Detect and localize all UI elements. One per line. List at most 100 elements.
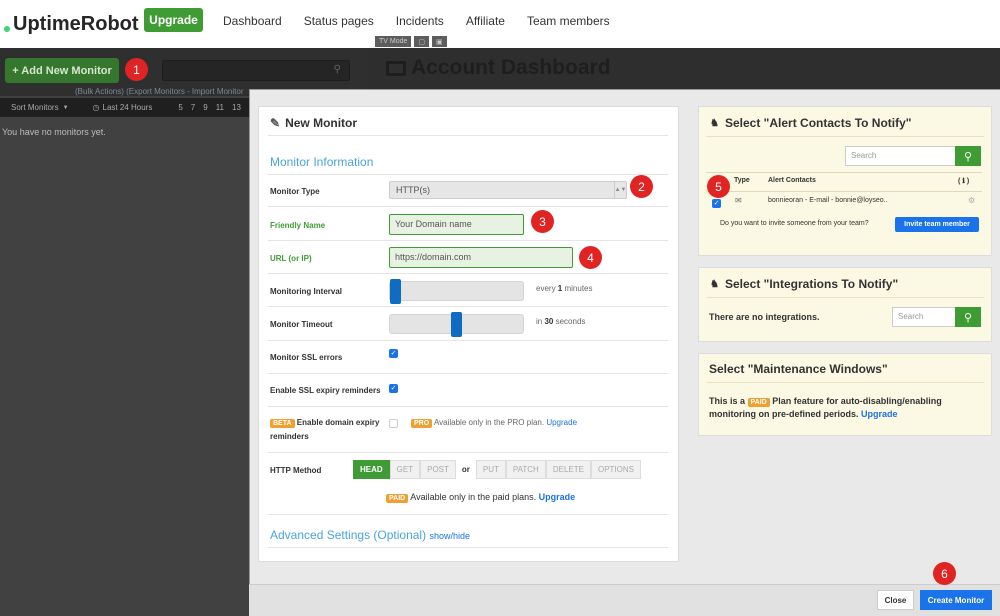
annotation-marker: 4: [579, 246, 602, 269]
integrations-title: ♞ Select "Integrations To Notify": [710, 277, 898, 291]
pro-upgrade-link[interactable]: Upgrade: [546, 418, 577, 427]
divider: [268, 514, 668, 515]
divider: [706, 172, 982, 173]
gear-icon[interactable]: ⚙: [968, 196, 975, 205]
beta-badge: BETA: [270, 419, 295, 428]
hour-tick: 11: [215, 103, 224, 112]
email-icon: ✉: [735, 196, 742, 205]
divider: [268, 174, 668, 175]
ssl-expiry-label: Enable SSL expiry reminders: [270, 386, 381, 395]
top-bar: UptimeRobot Upgrade Dashboard Status pag…: [0, 0, 1000, 48]
method-patch-button: PATCH: [505, 460, 546, 479]
paid-badge: PAID: [386, 494, 409, 503]
nav-team-members[interactable]: Team members: [527, 14, 610, 28]
maintenance-upgrade-link[interactable]: Upgrade: [861, 409, 898, 419]
integrations-search-input[interactable]: Search: [892, 307, 956, 327]
tv-mode-button[interactable]: TV Mode: [375, 36, 412, 47]
monitor-timeout-label: Monitor Timeout: [270, 320, 333, 329]
sort-row: Sort Monitors ▼ ◷ Last 24 Hours 5 7 9 11…: [0, 98, 252, 117]
fullscreen-icon[interactable]: ▣: [432, 36, 447, 47]
integrations-search-button[interactable]: ⚲: [955, 307, 981, 327]
method-options-button: OPTIONS: [590, 460, 641, 479]
hour-tick: 5: [178, 103, 183, 112]
divider: [706, 191, 982, 192]
timeout-slider-handle[interactable]: [451, 312, 462, 337]
nav-dashboard[interactable]: Dashboard: [223, 14, 282, 28]
period-label[interactable]: Last 24 Hours: [103, 103, 153, 112]
monitoring-interval-label: Monitoring Interval: [270, 287, 342, 296]
upgrade-button[interactable]: Upgrade: [144, 8, 203, 32]
monitor-type-select[interactable]: HTTP(s) ▲▼: [389, 181, 627, 199]
divider: [706, 297, 984, 298]
close-button[interactable]: Close: [877, 590, 914, 610]
http-method-group: HEAD GET POST or PUT PATCH DELETE OPTION…: [353, 460, 641, 479]
alert-contact-row: bonnieoran - E-mail - bonnie@loyseo..: [768, 197, 888, 204]
alert-contact-checkbox[interactable]: ✓: [712, 199, 721, 208]
alert-contacts-search-button[interactable]: ⚲: [955, 146, 981, 166]
method-get-button: GET: [389, 460, 421, 479]
http-method-label: HTTP Method: [270, 466, 322, 475]
ssl-errors-checkbox[interactable]: ✓: [389, 349, 398, 358]
nav-affiliate[interactable]: Affiliate: [466, 14, 505, 28]
create-monitor-button[interactable]: Create Monitor: [920, 590, 992, 610]
annotation-marker: 5: [707, 175, 730, 198]
paid-badge: PAID: [747, 398, 770, 407]
monitor-type-label: Monitor Type: [270, 187, 320, 196]
divider: [268, 135, 668, 136]
url-input[interactable]: https://domain.com: [389, 247, 573, 268]
paid-text: Available only in the paid plans.: [410, 492, 537, 502]
annotation-marker: 3: [531, 210, 554, 233]
maintenance-text-2: Plan feature for auto-disabling/enabling: [772, 396, 942, 406]
method-head-button[interactable]: HEAD: [353, 460, 390, 479]
or-text: or: [461, 465, 470, 474]
maintenance-title: Select "Maintenance Windows": [709, 362, 888, 376]
integrations-title-text: Select "Integrations To Notify": [724, 277, 899, 291]
interval-slider-handle[interactable]: [390, 279, 401, 304]
divider: [268, 547, 668, 548]
search-icon: ⚲: [963, 150, 973, 163]
nav-incidents[interactable]: Incidents: [396, 14, 444, 28]
tv-icon[interactable]: ▢: [414, 36, 430, 47]
alert-contacts-search-input[interactable]: Search: [845, 146, 956, 166]
chevron-down-icon: ▲▼: [614, 182, 626, 198]
timeout-slider[interactable]: [389, 312, 524, 337]
no-integrations-text: There are no integrations.: [709, 312, 820, 322]
domain-expiry-label-line2: reminders: [270, 432, 309, 441]
interval-slider[interactable]: [389, 279, 524, 304]
friendly-name-input[interactable]: Your Domain name: [389, 214, 524, 235]
main-nav: Dashboard Status pages Incidents Affilia…: [223, 14, 632, 28]
annotation-marker: 2: [630, 175, 653, 198]
divider: [268, 373, 668, 374]
nav-status-pages[interactable]: Status pages: [304, 14, 374, 28]
maintenance-text-3: monitoring on pre-defined periods.: [709, 409, 859, 419]
add-new-monitor-button[interactable]: + Add New Monitor: [5, 58, 119, 83]
alert-contacts-title-text: Select "Alert Contacts To Notify": [724, 116, 912, 130]
advanced-toggle-link[interactable]: show/hide: [429, 531, 470, 541]
col-alert-contacts: Alert Contacts: [768, 177, 816, 184]
ssl-expiry-checkbox[interactable]: ✓: [389, 384, 398, 393]
domain-expiry-checkbox: [389, 419, 398, 428]
bulk-actions-links[interactable]: (Bulk Actions) (Export Monitors - Import…: [75, 87, 244, 96]
form-title-text: New Monitor: [285, 116, 358, 130]
pro-badge: PRO: [411, 419, 433, 428]
users-icon: ♞: [710, 278, 719, 290]
divider: [268, 406, 668, 407]
edit-icon: ✎: [270, 116, 281, 130]
paid-upgrade-link[interactable]: Upgrade: [539, 492, 576, 502]
divider: [268, 452, 668, 453]
hour-tick: 7: [190, 103, 196, 112]
interval-prefix: every: [536, 284, 556, 293]
friendly-name-label: Friendly Name: [270, 221, 326, 230]
divider: [268, 340, 668, 341]
logo[interactable]: UptimeRobot: [4, 13, 144, 36]
monitor-type-value: HTTP(s): [396, 185, 430, 195]
invite-team-member-button[interactable]: Invite team member: [895, 217, 979, 232]
sort-monitors-dropdown[interactable]: Sort Monitors: [11, 103, 59, 112]
col-type: Type: [734, 177, 750, 184]
hour-tick: 9: [203, 103, 208, 112]
sidebar-search-input[interactable]: ⚲: [162, 60, 350, 81]
timeout-prefix: in: [536, 317, 543, 326]
alert-contacts-title: ♞ Select "Alert Contacts To Notify": [710, 116, 911, 130]
search-icon: ⚲: [333, 64, 341, 75]
monitor-icon: [386, 60, 406, 76]
